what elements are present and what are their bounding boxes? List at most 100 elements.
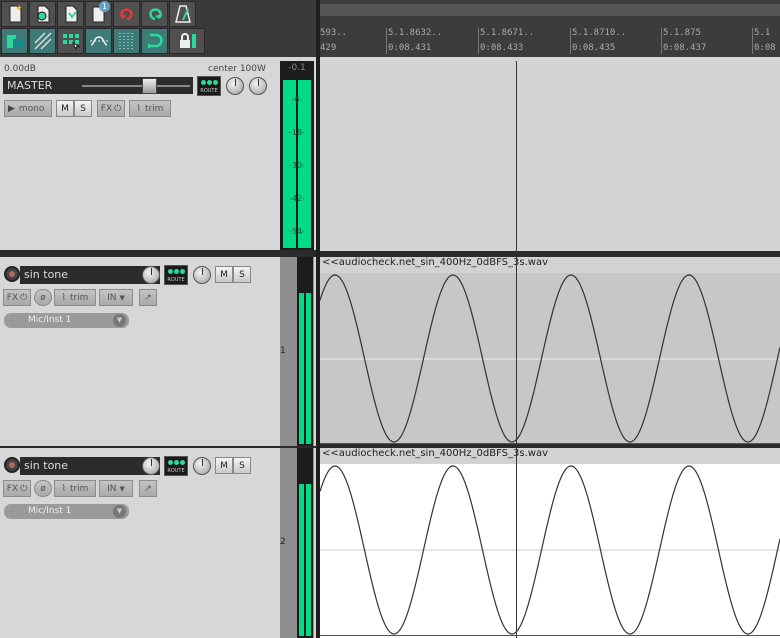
track-fx-button[interactable]: FX ⏻ [3,480,31,497]
loop-button[interactable] [141,28,168,54]
track-pan-knob[interactable] [193,457,211,475]
track-route-button[interactable]: ROUTE [164,456,188,476]
track-input-select[interactable]: Mic/Inst 1 ▼ [4,504,129,519]
track-solo-button[interactable]: S [233,266,251,283]
track-meter-right [306,293,311,444]
master-volume-fader-track [82,85,190,87]
master-solo-button[interactable]: S [74,100,92,117]
undo-icon [119,8,133,21]
dropdown-icon: ▼ [119,484,125,493]
auto-crossfade-icon [6,35,23,48]
master-peak-readout[interactable]: -0.1 [282,63,312,77]
media-item-waveform[interactable] [320,273,780,444]
ruler-tick [386,28,387,54]
track-volume-knob[interactable] [142,266,160,284]
track-fx-button[interactable]: FX ⏻ [3,289,31,306]
master-track-lane[interactable] [320,57,780,251]
envelope-link-icon [89,36,108,46]
redo-button[interactable] [141,1,168,27]
envelope-link-button[interactable] [85,28,112,54]
ruler-tick [752,28,753,54]
ruler-tick [570,28,571,54]
envelope-icon: ⌇ [61,292,66,303]
free-mode-button[interactable]: ↗ [139,289,157,306]
envelope-icon: ⌇ [136,103,141,114]
grid-button[interactable] [57,28,84,54]
track-mute-button[interactable]: M [215,266,233,283]
save-project-button[interactable] [57,1,84,27]
route-label: ROUTE [167,468,185,474]
fx-label: FX [6,483,19,494]
input-label: Mic/Inst 1 [28,506,72,516]
track-1-panel: sin tone ROUTE M S FX ⏻ ø ⌇ trim IN ▼ ↗ … [0,257,318,446]
track-route-button[interactable]: ROUTE [164,265,188,285]
timeline-ruler[interactable]: 593.. 5.1.8632.. 5.1.8671.. 5.1.8710.. 5… [320,0,780,57]
track-name[interactable]: sin tone [20,457,160,475]
ripple-edit-icon [33,32,52,50]
track-solo-button[interactable]: S [233,457,251,474]
track-name[interactable]: sin tone [20,266,160,284]
in-label: IN [107,483,117,494]
track-trim-button[interactable]: ⌇ trim [54,289,96,306]
master-mono-button[interactable]: ▶ mono [4,100,52,117]
power-icon: ⏻ [20,292,28,303]
master-route-button[interactable]: ROUTE [197,76,221,96]
track-meter-left [299,484,304,636]
ruler-time-label: 0:08.431 [388,43,432,53]
new-project-icon [9,5,22,23]
edit-cursor[interactable] [516,61,517,638]
undo-button[interactable] [113,1,140,27]
free-mode-button[interactable]: ↗ [139,480,157,497]
track-mute-button[interactable]: M [215,457,233,474]
lock-button[interactable] [169,28,205,54]
track-volume-knob[interactable] [142,457,160,475]
input-monitor-button[interactable]: IN ▼ [99,480,133,497]
metronome-button[interactable] [169,1,196,27]
master-pan-knob[interactable] [249,77,267,95]
input-monitor-button[interactable]: IN ▼ [99,289,133,306]
track-input-select[interactable]: Mic/Inst 1 ▼ [4,313,129,328]
chevron-down-icon: ▼ [113,505,126,518]
media-item-waveform[interactable] [320,464,780,638]
master-trim-button[interactable]: ⌇ trim [129,100,171,117]
ruler-measure-label: 5.1 [754,28,771,38]
master-pan-label: center 100W [208,64,266,74]
master-volume-knob[interactable] [226,77,244,95]
notification-badge: 1 [99,1,110,12]
ruler-time-label: 429 [320,43,337,53]
envelope-icon: ⌇ [61,483,66,494]
media-item-name: <<audiocheck.net_sin_400Hz_0dBFS_3s.wav [322,448,548,459]
ruler-measure-label: 5.1.8710.. [572,28,627,38]
ruler-measure-label: 593.. [320,28,348,38]
route-label: ROUTE [167,277,185,283]
meter-tick: -54- [289,227,305,236]
ripple-edit-button[interactable] [29,28,56,54]
ruler-measure-label: 5.1.8671.. [480,28,535,38]
new-project-button[interactable] [1,1,28,27]
phase-invert-button[interactable]: ø [34,289,52,306]
snap-grid-icon [119,33,132,49]
project-settings-button[interactable]: 1 [85,1,112,27]
auto-crossfade-button[interactable] [1,28,28,54]
loop-selection-bar[interactable] [320,4,780,16]
meter-tick: -42- [289,194,305,203]
master-fx-button[interactable]: FX ⏻ [97,100,125,117]
track-2-panel: sin tone ROUTE M S FX ⏻ ø ⌇ trim IN ▼ ↗ … [0,448,318,638]
play-icon: ▶ [8,103,15,114]
track-meter-left [299,293,304,444]
loop-icon [147,33,163,49]
track-trim-button[interactable]: ⌇ trim [54,480,96,497]
snap-grid-button[interactable] [113,28,140,54]
phase-invert-button[interactable]: ø [34,480,52,497]
phase-icon: ø [40,483,46,494]
media-item-header[interactable]: <<audiocheck.net_sin_400Hz_0dBFS_3s.wav [320,448,780,465]
lock-icon [180,33,196,48]
record-arm-button[interactable] [4,457,20,473]
master-mute-button[interactable]: M [56,100,74,117]
open-project-button[interactable] [29,1,56,27]
record-arm-button[interactable] [4,266,20,282]
media-item-header[interactable]: <<audiocheck.net_sin_400Hz_0dBFS_3s.wav [320,257,780,274]
track-number: 1 [280,346,286,356]
master-volume-fader[interactable] [142,78,157,94]
track-pan-knob[interactable] [193,266,211,284]
